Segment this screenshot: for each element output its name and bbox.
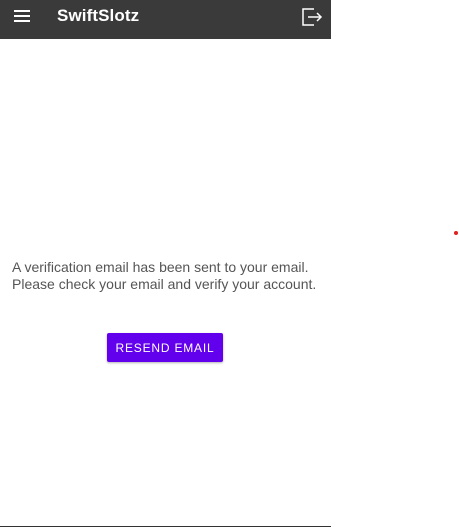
indicator-dot — [454, 231, 458, 235]
verification-message: A verification email has been sent to yo… — [12, 259, 317, 292]
logout-icon[interactable] — [301, 6, 323, 28]
app-bar: SwiftSlotz — [0, 0, 331, 39]
app-title: SwiftSlotz — [57, 6, 140, 25]
hamburger-menu-icon[interactable] — [14, 10, 30, 22]
resend-email-button[interactable]: RESEND EMAIL — [107, 333, 223, 362]
app-screen: SwiftSlotz A verification email has been… — [0, 0, 331, 527]
